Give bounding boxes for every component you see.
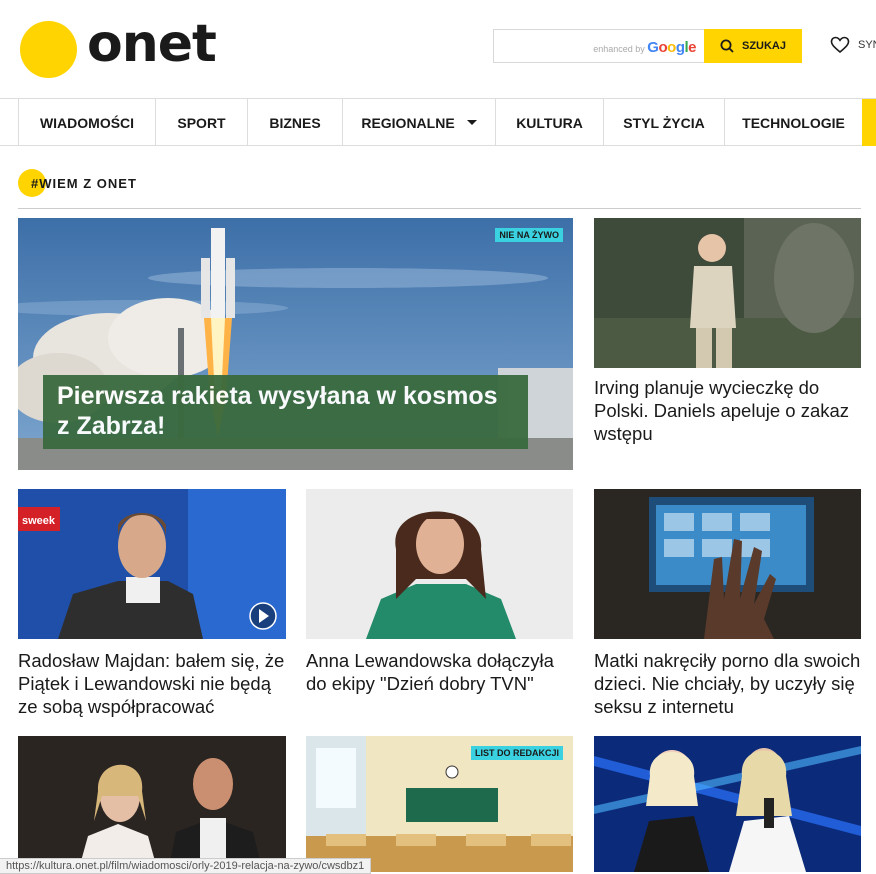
article-card[interactable] xyxy=(18,736,286,872)
article-image xyxy=(306,489,573,639)
nav-item-label: TECHNOLOGIE xyxy=(742,114,845,131)
article-title[interactable]: Irving planuje wycieczkę do Polski. Dani… xyxy=(594,376,861,445)
article-image xyxy=(594,218,861,368)
nav-item-label: KULTURA xyxy=(516,114,583,131)
article-title[interactable]: Matki nakręciły porno dla swoich dzieci.… xyxy=(594,649,861,718)
article-image xyxy=(18,736,286,872)
article-card[interactable]: LIST DO REDAKCJI xyxy=(306,736,573,872)
article-image xyxy=(594,489,861,639)
chevron-down-icon xyxy=(466,120,477,125)
svg-text:sweek: sweek xyxy=(22,515,56,527)
nav-item-label: WIADOMOŚCI xyxy=(39,114,135,131)
heart-icon xyxy=(830,36,850,54)
section-title[interactable]: #WIEM Z ONET xyxy=(31,176,137,191)
article-card[interactable]: sweek Radosław Majdan: bałem się, że Pią… xyxy=(18,489,286,719)
article-image: sweek xyxy=(18,489,286,639)
article-title[interactable]: Radosław Majdan: bałem się, że Piątek i … xyxy=(18,649,286,718)
article-card[interactable]: Irving planuje wycieczkę do Polski. Dani… xyxy=(594,218,861,458)
onet-logo[interactable]: onet xyxy=(87,14,217,74)
search-input[interactable]: enhanced by Google xyxy=(493,29,704,63)
article-title[interactable]: Pierwsza rakieta wysyłana w kosmos z Zab… xyxy=(43,375,528,449)
google-logo: Google xyxy=(647,39,696,56)
letter-badge: LIST DO REDAKCJI xyxy=(470,746,563,760)
nav-item-label: BIZNES xyxy=(269,114,321,131)
search-button[interactable]: SZUKAJ xyxy=(704,29,802,63)
nav-item-styl-zycia[interactable]: STYL ŻYCIA xyxy=(603,99,724,146)
search-field[interactable] xyxy=(500,30,594,62)
article-card[interactable]: Matki nakręciły porno dla swoich dzieci.… xyxy=(594,489,861,719)
nav-item-label: SPORT xyxy=(177,114,226,131)
nav-item-label: REGIONALNE xyxy=(361,114,455,131)
search-button-label: SZUKAJ xyxy=(741,40,786,52)
search-icon xyxy=(720,39,734,53)
nav-item-technologie[interactable]: TECHNOLOGIE xyxy=(724,99,862,146)
nav-accent-bar xyxy=(862,99,876,146)
featured-article[interactable]: NIE NA ŻYWO Pierwsza rakieta wysyłana w … xyxy=(18,218,573,470)
enhanced-by-label: enhanced by xyxy=(593,44,645,54)
nav-item-sport[interactable]: SPORT xyxy=(155,99,247,146)
live-badge: NIE NA ŻYWO xyxy=(495,228,563,242)
article-title[interactable]: Anna Lewandowska dołączyła do ekipy "Dzi… xyxy=(306,649,573,695)
onet-logo-dot[interactable] xyxy=(20,21,77,78)
article-card[interactable]: Anna Lewandowska dołączyła do ekipy "Dzi… xyxy=(306,489,573,719)
nav-item-wiadomosci[interactable]: WIADOMOŚCI xyxy=(18,99,155,146)
main-nav: WIADOMOŚCI SPORT BIZNES REGIONALNE KULTU… xyxy=(0,98,876,146)
favorites-label: SYN xyxy=(858,39,876,51)
nav-item-kultura[interactable]: KULTURA xyxy=(495,99,603,146)
nav-item-biznes[interactable]: BIZNES xyxy=(247,99,342,146)
header: onet enhanced by Google SZUKAJ SYN xyxy=(0,0,876,98)
search-box: enhanced by Google SZUKAJ xyxy=(493,29,802,63)
nav-item-regionalne[interactable]: REGIONALNE xyxy=(342,99,495,146)
section-header: #WIEM Z ONET xyxy=(18,168,861,209)
favorites-link[interactable]: SYN xyxy=(830,36,876,54)
google-branding: enhanced by Google xyxy=(593,39,696,56)
article-image xyxy=(594,736,861,872)
article-card[interactable] xyxy=(594,736,861,872)
nav-item-label: STYL ŻYCIA xyxy=(623,114,705,131)
